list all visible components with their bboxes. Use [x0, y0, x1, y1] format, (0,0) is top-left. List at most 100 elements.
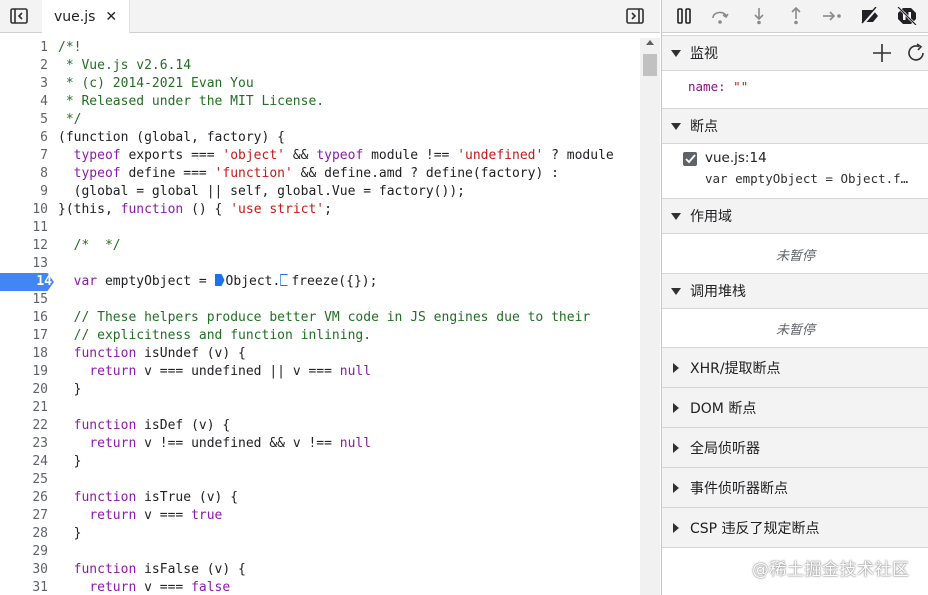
line-number[interactable]: 16	[0, 309, 48, 327]
code-line[interactable]: 20 }	[0, 381, 640, 399]
code-line[interactable]: 26 function isTrue (v) {	[0, 489, 640, 507]
inline-breakpoint-marker-icon[interactable]	[280, 274, 291, 286]
csp-violation-breakpoints-section-header[interactable]: CSP 违反了规定断点	[662, 507, 928, 548]
line-number[interactable]: 9	[0, 183, 48, 201]
line-number[interactable]: 5	[0, 111, 48, 129]
code-text: * Released under the MIT License.	[58, 94, 325, 109]
line-number[interactable]: 25	[0, 471, 48, 489]
close-icon[interactable]: ✕	[105, 9, 117, 25]
line-number[interactable]: 30	[0, 561, 48, 579]
code-line[interactable]: 8 typeof define === 'function' && define…	[0, 165, 640, 183]
line-number[interactable]: 23	[0, 435, 48, 453]
scroll-up-icon[interactable]	[646, 40, 654, 45]
watch-section-header[interactable]: 监视	[662, 35, 928, 71]
line-number[interactable]: 21	[0, 399, 48, 417]
section-title: 全局侦听器	[690, 440, 760, 457]
code-line[interactable]: 19 return v === undefined || v === null	[0, 363, 640, 381]
code-line[interactable]: 10}(this, function () { 'use strict';	[0, 201, 640, 219]
pause-button[interactable]	[671, 4, 697, 28]
xhr-breakpoints-section-header[interactable]: XHR/提取断点	[662, 347, 928, 388]
code-line[interactable]: 17 // explicitness and function inlining…	[0, 327, 640, 345]
scope-section-header[interactable]: 作用域	[662, 198, 928, 234]
editor-tab-bar: vue.js ✕	[0, 0, 660, 33]
line-number[interactable]: 7	[0, 147, 48, 165]
code-line[interactable]: 25	[0, 471, 640, 489]
code-line[interactable]: 21	[0, 399, 640, 417]
line-number[interactable]: 10	[0, 201, 48, 219]
step-into-button[interactable]	[746, 4, 772, 28]
deactivate-breakpoints-button[interactable]	[857, 4, 883, 28]
line-number[interactable]: 8	[0, 165, 48, 183]
code-line[interactable]: 14 var emptyObject = Object. freeze({});	[0, 273, 640, 291]
step-button[interactable]	[820, 4, 846, 28]
code-line[interactable]: 28 }	[0, 525, 640, 543]
toggle-navigator-button[interactable]	[8, 5, 30, 27]
code-line[interactable]: 23 return v !== undefined && v !== null	[0, 435, 640, 453]
code-line[interactable]: 5 */	[0, 111, 640, 129]
code-editor[interactable]: 1/*! 2 * Vue.js v2.6.14 3 * (c) 2014-2021 …	[0, 38, 640, 595]
line-number[interactable]: 18	[0, 345, 48, 363]
event-listener-breakpoints-section-header[interactable]: 事件侦听器断点	[662, 467, 928, 508]
line-number[interactable]: 22	[0, 417, 48, 435]
code-line[interactable]: 11	[0, 219, 640, 237]
code-line[interactable]: 12 /* */	[0, 237, 640, 255]
dom-breakpoints-section-header[interactable]: DOM 断点	[662, 387, 928, 428]
pause-icon	[677, 8, 691, 24]
code-line[interactable]: 4 * Released under the MIT License.	[0, 93, 640, 111]
global-listeners-section-header[interactable]: 全局侦听器	[662, 427, 928, 468]
call-stack-section-header[interactable]: 调用堆栈	[662, 273, 928, 309]
code-text: typeof define === 'function' && define.a…	[73, 166, 559, 181]
code-line[interactable]: 16 // These helpers produce better VM co…	[0, 309, 640, 327]
line-number[interactable]: 3	[0, 75, 48, 93]
pause-on-exceptions-button[interactable]	[894, 4, 920, 28]
breakpoints-section-header[interactable]: 断点	[662, 108, 928, 144]
code-line[interactable]: 13	[0, 255, 640, 273]
line-number[interactable]: 6	[0, 129, 48, 147]
refresh-watch-button[interactable]	[905, 42, 927, 64]
line-number[interactable]: 15	[0, 291, 48, 309]
line-number[interactable]: 26	[0, 489, 48, 507]
code-line[interactable]: 1 /*!	[0, 39, 640, 57]
line-number[interactable]: 13	[0, 255, 48, 273]
editor-scrollbar[interactable]	[640, 38, 660, 595]
code-line[interactable]: 18 function isUndef (v) {	[0, 345, 640, 363]
code-line[interactable]: 31 return v === false	[0, 579, 640, 595]
code-line[interactable]: 9 (global = global || self, global.Vue =…	[0, 183, 640, 201]
line-number[interactable]: 19	[0, 363, 48, 381]
line-number[interactable]: 11	[0, 219, 48, 237]
line-number[interactable]: 1	[0, 39, 48, 57]
line-number[interactable]: 2	[0, 57, 48, 75]
code-line[interactable]: 3 * (c) 2014-2021 Evan You	[0, 75, 640, 93]
tab-vue-js[interactable]: vue.js ✕	[42, 0, 131, 33]
code-line[interactable]: 22 function isDef (v) {	[0, 417, 640, 435]
code-line[interactable]: 29	[0, 543, 640, 561]
breakpoint-checkbox[interactable]	[683, 152, 697, 166]
scrollbar-thumb[interactable]	[643, 54, 657, 76]
panel-right-icon	[626, 8, 644, 24]
code-line[interactable]: 6 (function (global, factory) {	[0, 129, 640, 147]
code-line[interactable]: 15	[0, 291, 640, 309]
step-over-button[interactable]	[707, 4, 733, 28]
watch-expression[interactable]: name: ""	[688, 79, 748, 94]
code-line[interactable]: 24 }	[0, 453, 640, 471]
breakpoints-section-title: 断点	[690, 119, 718, 135]
line-number[interactable]: 31	[0, 579, 48, 595]
toggle-debugger-button[interactable]	[624, 5, 646, 27]
code-line[interactable]: 27 return v === true	[0, 507, 640, 525]
code-line[interactable]: 7 typeof exports === 'object' && typeof …	[0, 147, 640, 165]
line-number[interactable]: 28	[0, 525, 48, 543]
line-number[interactable]: 17	[0, 327, 48, 345]
line-number[interactable]: 20	[0, 381, 48, 399]
line-number[interactable]: 29	[0, 543, 48, 561]
add-watch-button[interactable]	[871, 42, 893, 64]
breakpoint-line-number[interactable]: 14	[0, 273, 54, 291]
line-number[interactable]: 27	[0, 507, 48, 525]
line-number[interactable]: 4	[0, 93, 48, 111]
line-number[interactable]: 24	[0, 453, 48, 471]
step-out-button[interactable]	[783, 4, 809, 28]
breakpoint-location[interactable]: vue.js:14	[705, 150, 767, 166]
line-number[interactable]: 12	[0, 237, 48, 255]
code-line[interactable]: 30 function isFalse (v) {	[0, 561, 640, 579]
code-line[interactable]: 2 * Vue.js v2.6.14	[0, 57, 640, 75]
active-breakpoint-marker-icon[interactable]	[214, 274, 225, 286]
